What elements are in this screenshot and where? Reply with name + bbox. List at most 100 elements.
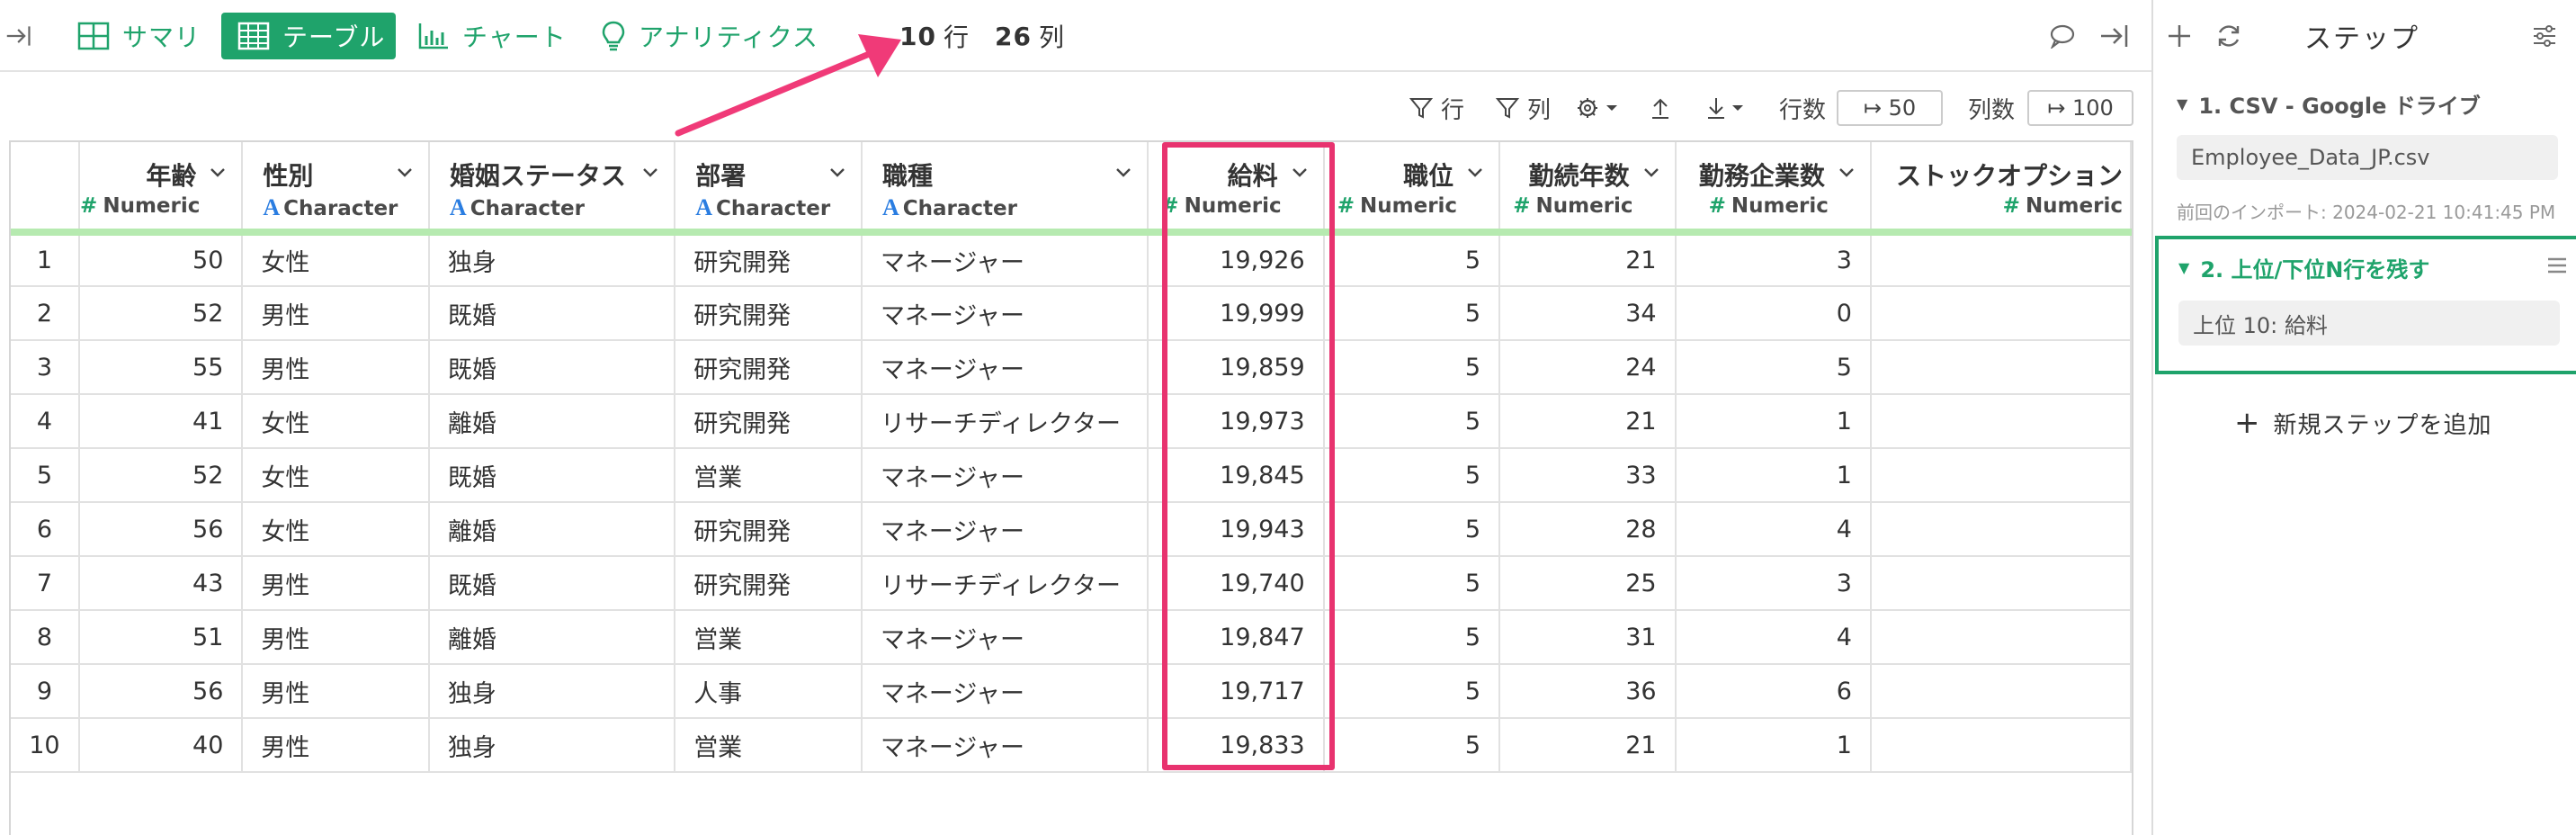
chevron-down-icon[interactable] [394,162,416,184]
table-cell[interactable]: 5 [1323,502,1501,557]
tab-table[interactable]: テーブル [221,13,396,59]
table-cell[interactable]: 25 [1499,556,1677,611]
table-cell[interactable]: 5 [1323,340,1501,395]
table-cell[interactable]: 離婚 [428,502,676,557]
upload-button[interactable] [1648,90,1680,126]
refresh-icon[interactable] [2214,16,2243,56]
table-cell[interactable]: 19,740 [1147,556,1325,611]
columns-limit-input[interactable]: ↦ 100 [2027,90,2133,126]
chevron-down-icon[interactable] [827,162,848,184]
column-header[interactable]: ストックオプション # Numeric [1870,142,2132,236]
table-cell[interactable]: 4 [1675,502,1872,557]
table-cell[interactable]: 独身 [428,664,676,719]
table-cell[interactable]: 男性 [242,340,430,395]
step-top-n-rows[interactable]: ▼ 2. 上位/下位N行を残す 上位 10: 給料 [2155,236,2576,374]
table-cell[interactable]: 34 [1499,286,1677,341]
tab-summary[interactable]: サマリ [77,13,201,59]
tab-analytics[interactable]: アナリティクス [601,13,818,59]
table-cell[interactable]: 営業 [675,448,863,503]
column-header[interactable]: 年齢 # Numeric [78,142,244,236]
table-cell[interactable]: 19,943 [1147,502,1325,557]
row-index[interactable]: 4 [11,394,80,449]
table-cell[interactable] [1870,610,2132,665]
caret-down-icon[interactable]: ▼ [2178,259,2189,276]
table-cell[interactable]: マネージャー [861,340,1149,395]
table-cell[interactable]: 研究開発 [675,232,863,287]
table-cell[interactable]: 5 [1675,340,1872,395]
table-cell[interactable]: 1 [1675,448,1872,503]
table-cell[interactable]: 5 [1323,610,1501,665]
table-cell[interactable]: 女性 [242,502,430,557]
table-cell[interactable] [1870,502,2132,557]
rows-limit-input[interactable]: ↦ 50 [1837,90,1943,126]
row-index[interactable]: 7 [11,556,80,611]
table-cell[interactable]: 1 [1675,394,1872,449]
row-index[interactable]: 8 [11,610,80,665]
table-settings-button[interactable] [1576,90,1628,126]
chevron-down-icon[interactable] [1464,162,1486,184]
table-cell[interactable]: 独身 [428,718,676,773]
table-cell[interactable]: 5 [1323,232,1501,287]
table-cell[interactable]: マネージャー [861,448,1149,503]
table-cell[interactable]: 56 [78,664,244,719]
table-cell[interactable]: 50 [78,232,244,287]
table-cell[interactable]: 3 [1675,556,1872,611]
column-header[interactable]: 勤続年数 # Numeric [1499,142,1677,236]
collapse-left-icon[interactable] [5,13,45,59]
table-cell[interactable]: 既婚 [428,340,676,395]
table-cell[interactable]: 52 [78,286,244,341]
chevron-down-icon[interactable] [207,162,228,184]
tab-chart[interactable]: チャート [417,13,567,59]
menu-icon[interactable] [2545,254,2569,277]
row-index[interactable]: 5 [11,448,80,503]
table-cell[interactable] [1870,718,2132,773]
table-cell[interactable]: 6 [1675,664,1872,719]
table-cell[interactable]: マネージャー [861,610,1149,665]
add-step-button[interactable]: + 新規ステップを追加 [2234,405,2492,441]
table-cell[interactable]: 既婚 [428,448,676,503]
table-cell[interactable] [1870,664,2132,719]
table-cell[interactable]: 21 [1499,394,1677,449]
table-cell[interactable] [1870,448,2132,503]
table-cell[interactable]: 0 [1675,286,1872,341]
column-header[interactable]: 部署 A Character [675,142,863,236]
row-filter-button[interactable]: 行 [1409,90,1464,126]
table-cell[interactable]: 女性 [242,394,430,449]
table-cell[interactable]: 1 [1675,718,1872,773]
table-cell[interactable]: 19,717 [1147,664,1325,719]
table-cell[interactable]: リサーチディレクター [861,394,1149,449]
table-cell[interactable]: 男性 [242,664,430,719]
table-cell[interactable]: 31 [1499,610,1677,665]
table-cell[interactable]: 19,833 [1147,718,1325,773]
table-cell[interactable]: 営業 [675,718,863,773]
table-cell[interactable]: 19,859 [1147,340,1325,395]
table-cell[interactable]: 既婚 [428,286,676,341]
table-cell[interactable]: 研究開発 [675,556,863,611]
table-cell[interactable]: 研究開発 [675,502,863,557]
table-cell[interactable]: リサーチディレクター [861,556,1149,611]
table-cell[interactable]: 研究開発 [675,394,863,449]
column-header[interactable]: 職種 A Character [861,142,1149,236]
table-cell[interactable]: 19,845 [1147,448,1325,503]
table-cell[interactable]: 営業 [675,610,863,665]
table-cell[interactable]: 21 [1499,718,1677,773]
column-header[interactable]: 給料 # Numeric [1147,142,1325,236]
table-cell[interactable]: 男性 [242,718,430,773]
table-cell[interactable]: 5 [1323,286,1501,341]
chevron-down-icon[interactable] [1289,162,1310,184]
table-cell[interactable]: 独身 [428,232,676,287]
table-cell[interactable]: マネージャー [861,502,1149,557]
table-cell[interactable]: 24 [1499,340,1677,395]
chevron-down-icon[interactable] [1836,162,1857,184]
step-csv-import[interactable]: ▼ 1. CSV - Google ドライブ Employee_Data_JP.… [2153,76,2576,229]
step-1-file[interactable]: Employee_Data_JP.csv [2177,135,2558,180]
row-index[interactable]: 6 [11,502,80,557]
table-cell[interactable]: 女性 [242,232,430,287]
table-cell[interactable]: 43 [78,556,244,611]
column-header[interactable]: 職位 # Numeric [1323,142,1501,236]
table-cell[interactable]: 離婚 [428,610,676,665]
table-cell[interactable]: 5 [1323,556,1501,611]
table-cell[interactable] [1870,340,2132,395]
table-cell[interactable]: 4 [1675,610,1872,665]
table-cell[interactable]: 40 [78,718,244,773]
